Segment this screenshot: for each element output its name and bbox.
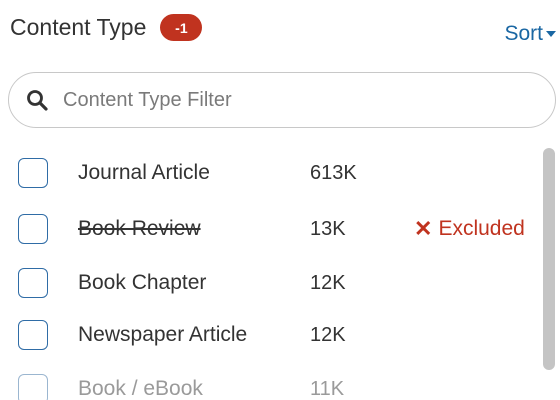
- item-count: 11K: [310, 377, 345, 400]
- list-item[interactable]: Book Chapter 12K: [0, 256, 540, 310]
- item-label: Book Chapter: [78, 271, 207, 294]
- content-type-filter[interactable]: [8, 72, 556, 128]
- search-icon: [25, 88, 49, 112]
- close-icon: ✕: [414, 216, 433, 241]
- filter-input[interactable]: [61, 87, 525, 113]
- list-item[interactable]: Newspaper Article 12K: [0, 308, 540, 362]
- item-count: 12K: [310, 323, 346, 346]
- item-label: Journal Article: [78, 161, 210, 184]
- excluded-count-badge: -1: [160, 14, 203, 41]
- item-label: Book / eBook: [78, 377, 203, 400]
- item-count: 613K: [310, 161, 357, 184]
- sort-dropdown[interactable]: Sort: [504, 22, 556, 46]
- list-item[interactable]: Book Review 13K ✕ Excluded: [0, 202, 540, 256]
- item-count: 13K: [310, 217, 346, 240]
- checkbox-book-review[interactable]: [18, 214, 48, 244]
- list-scrollbar[interactable]: [543, 148, 555, 370]
- item-label: Book Review: [78, 217, 201, 240]
- excluded-toggle[interactable]: ✕ Excluded: [414, 216, 525, 242]
- item-count: 12K: [310, 271, 346, 294]
- sort-label: Sort: [504, 22, 543, 45]
- facet-header: Content Type -1: [10, 14, 203, 41]
- excluded-label: Excluded: [438, 217, 525, 240]
- checkbox-journal-article[interactable]: [18, 158, 48, 188]
- checkbox-book-chapter[interactable]: [18, 268, 48, 298]
- facet-title: Content Type: [10, 14, 147, 40]
- checkbox-newspaper-article[interactable]: [18, 320, 48, 350]
- chevron-down-icon: [546, 31, 556, 37]
- list-item[interactable]: Journal Article 613K: [0, 146, 540, 200]
- checkbox-book-ebook[interactable]: [18, 374, 48, 400]
- list-item[interactable]: Book / eBook 11K: [0, 362, 540, 400]
- item-label: Newspaper Article: [78, 323, 248, 346]
- content-type-list: Journal Article 613K Book Review 13K ✕ E…: [0, 146, 540, 400]
